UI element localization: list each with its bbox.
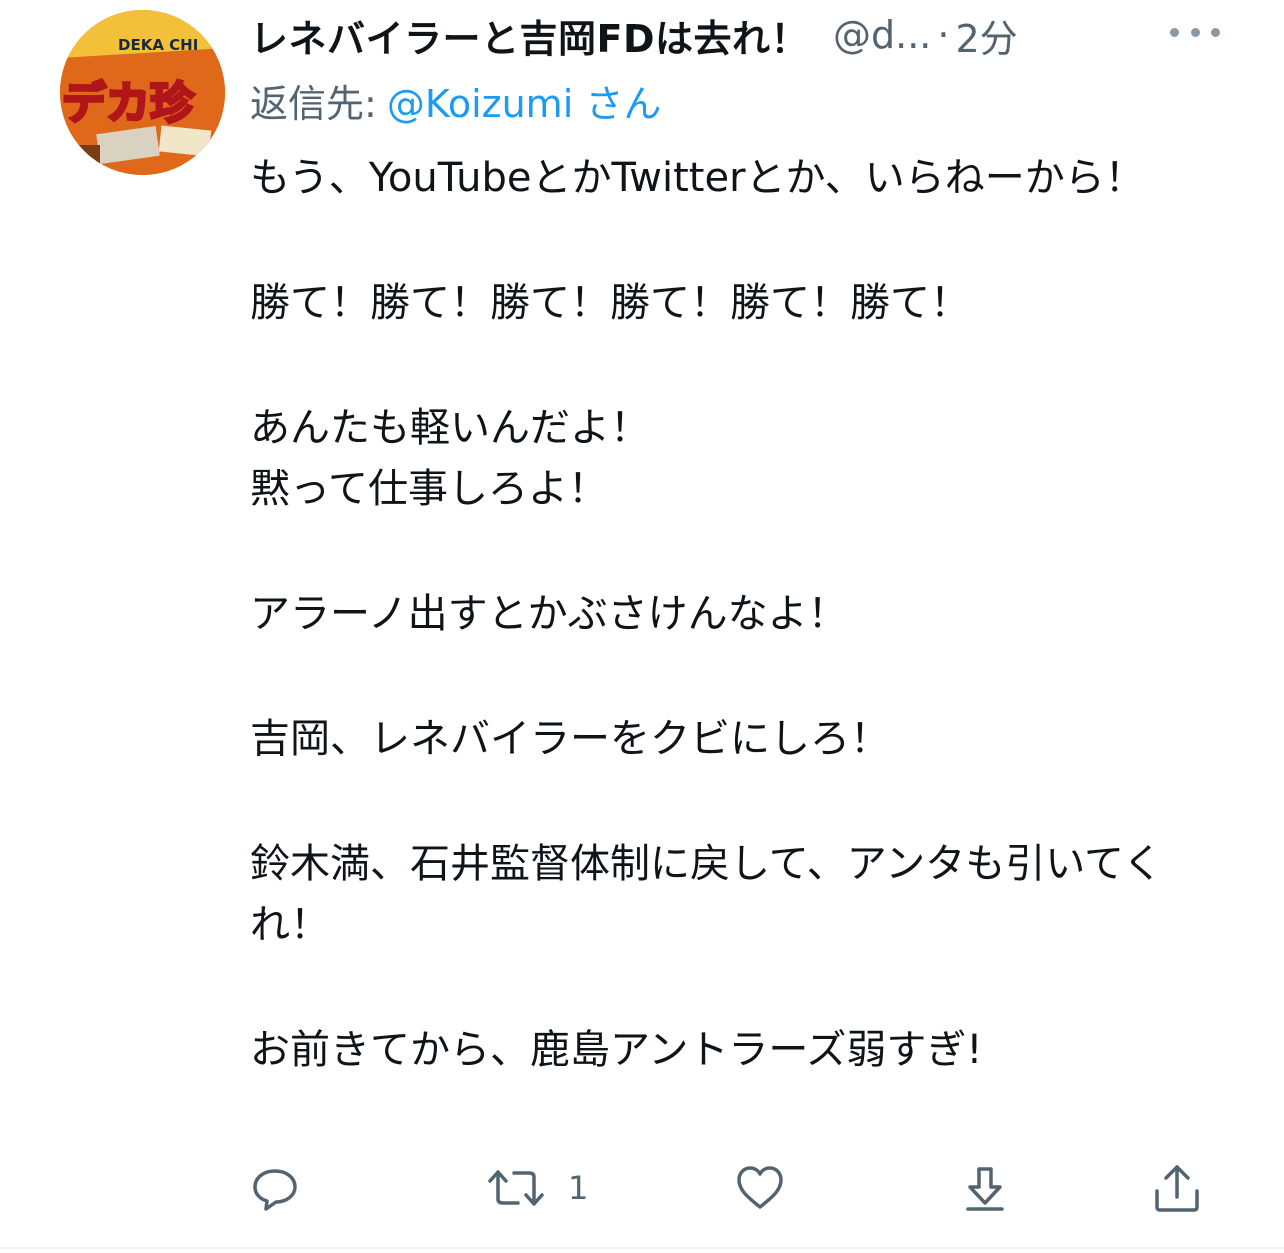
- retweet-icon: [488, 1170, 544, 1206]
- download-button[interactable]: [960, 1158, 1010, 1218]
- more-options-button[interactable]: [1170, 14, 1220, 50]
- retweet-count: 1: [568, 1169, 589, 1207]
- more-horizontal-icon: [1211, 27, 1220, 37]
- tweet-paragraph: 鈴木満、石井監督体制に戻して、アンタも引いてくれ！: [250, 841, 1163, 948]
- reply-mention-handle: @Koizumi: [386, 81, 574, 126]
- tweet-paragraph: もう、YouTubeとかTwitterとか、いらねーから！: [250, 155, 1145, 201]
- reply-mention-suffix: さん: [585, 81, 662, 126]
- download-arrow-icon: [966, 1167, 1004, 1211]
- more-horizontal-icon: [1170, 27, 1179, 37]
- like-button[interactable]: [734, 1158, 786, 1218]
- tweet-card[interactable]: DEKA CHI デカ珍 レネバイラーと吉岡FDは去れ！ @d... · 2分 …: [0, 0, 1284, 1253]
- reply-bubble-icon: [253, 1169, 297, 1211]
- retweet-button[interactable]: 1: [486, 1158, 588, 1218]
- tweet-header: レネバイラーと吉岡FDは去れ！ @d... · 2分: [250, 6, 1250, 64]
- reply-to-line: 返信先: @Koizumi さん: [250, 72, 661, 128]
- reply-button[interactable]: [250, 1158, 300, 1218]
- timestamp[interactable]: 2分: [955, 8, 1017, 63]
- tweet-paragraph: 吉岡、レネバイラーをクビにしろ！: [250, 716, 890, 762]
- heart-icon: [737, 1166, 783, 1209]
- avatar[interactable]: DEKA CHI デカ珍: [60, 10, 225, 175]
- tweet-paragraph: 黙って仕事しろよ！: [250, 466, 608, 512]
- reply-prefix: 返信先:: [250, 81, 377, 126]
- avatar-image: DEKA CHI デカ珍: [60, 10, 225, 175]
- tweet-paragraph: お前きてから、鹿島アントラーズ弱すぎ!: [250, 1027, 983, 1073]
- display-name[interactable]: レネバイラーと吉岡FDは去れ！: [250, 8, 809, 63]
- more-horizontal-icon: [1190, 27, 1200, 37]
- avatar-big-text: デカ珍: [62, 78, 195, 129]
- tweet-text: もう、YouTubeとかTwitterとか、いらねーから！ 勝て！勝て！勝て！勝…: [250, 148, 1230, 1081]
- user-handle[interactable]: @d...: [833, 13, 931, 57]
- reply-mention-link[interactable]: @Koizumi さん: [387, 73, 662, 128]
- divider: [0, 1247, 1284, 1249]
- share-upload-icon: [1155, 1165, 1199, 1212]
- share-button[interactable]: [1150, 1158, 1204, 1218]
- separator-dot: ·: [937, 13, 950, 57]
- tweet-paragraph: 勝て！勝て！勝て！勝て！勝て！勝て！: [250, 280, 970, 326]
- tweet-paragraph: アラーノ出すとかぶさけんなよ！: [250, 591, 848, 637]
- tweet-paragraph: あんたも軽いんだよ！: [250, 405, 650, 451]
- tweet-actions: 1: [250, 1158, 1220, 1218]
- avatar-brand-text: DEKA CHI: [118, 36, 198, 54]
